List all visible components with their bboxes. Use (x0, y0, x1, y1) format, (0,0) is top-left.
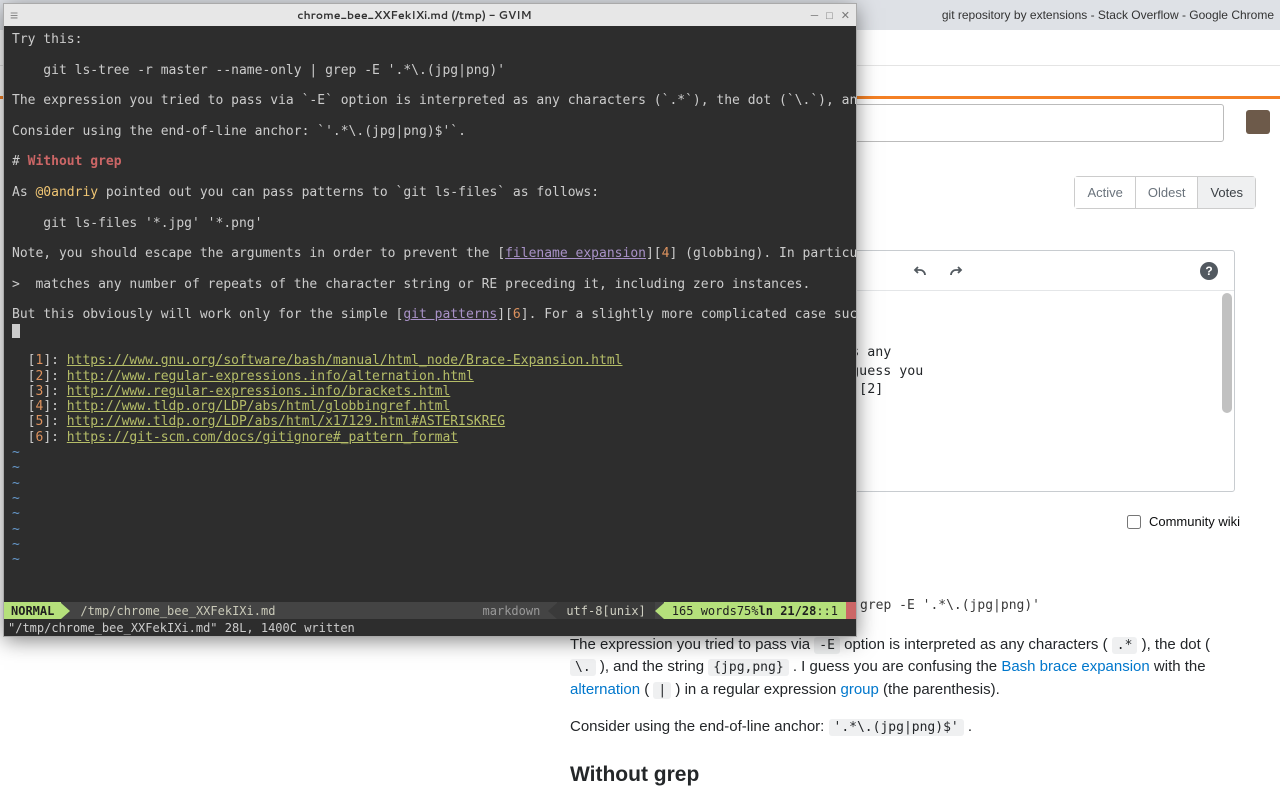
avatar[interactable] (1246, 110, 1270, 134)
community-wiki-label: Community wiki (1149, 514, 1240, 529)
answer-sort-tabs: Active Oldest Votes (1074, 176, 1256, 209)
gvim-window: ≡ chrome_bee_XXFekIXi.md (/tmp) - GVIM —… (4, 4, 856, 636)
vim-mode: NORMAL (4, 602, 61, 619)
tab-votes[interactable]: Votes (1198, 177, 1255, 208)
status-filepath: /tmp/chrome_bee_XXFekIXi.md (70, 604, 285, 618)
editor-help-icon[interactable]: ? (1200, 262, 1218, 280)
tab-active[interactable]: Active (1075, 177, 1135, 208)
status-filetype: markdown (483, 604, 549, 618)
undo-icon[interactable] (912, 263, 928, 279)
vim-cmdline: "/tmp/chrome_bee_XXFekIXi.md" 28L, 1400C… (4, 619, 856, 636)
window-buttons: — □ ✕ (811, 7, 850, 23)
community-wiki-checkbox[interactable] (1127, 515, 1141, 529)
preview-paragraph: The expression you tried to pass via -E … (570, 634, 1235, 702)
gvim-titlebar: ≡ chrome_bee_XXFekIXi.md (/tmp) - GVIM —… (4, 4, 856, 26)
minimize-icon[interactable]: — (811, 7, 818, 23)
status-end (846, 602, 856, 619)
link-brace-expansion[interactable]: Bash brace expansion (1001, 658, 1149, 675)
link-group[interactable]: group (840, 681, 878, 698)
vim-statusline: NORMAL /tmp/chrome_bee_XXFekIXi.md markd… (4, 602, 856, 619)
redo-icon[interactable] (948, 263, 964, 279)
preview-codeblock: grep -E '.*\.(jpg|png)' (860, 596, 1235, 616)
editor-scrollbar[interactable] (1222, 293, 1232, 413)
hamburger-icon[interactable]: ≡ (10, 5, 18, 25)
status-encoding: utf-8[unix] (557, 602, 654, 619)
preview-h2: Without grep (570, 759, 1235, 791)
preview-paragraph: Consider using the end-of-line anchor: '… (570, 716, 1235, 739)
vim-buffer[interactable]: Try this: git ls-tree -r master --name-o… (4, 26, 856, 602)
maximize-icon[interactable]: □ (826, 7, 833, 23)
tab-oldest[interactable]: Oldest (1136, 177, 1199, 208)
gvim-title: chrome_bee_XXFekIXi.md (/tmp) - GVIM (18, 7, 811, 23)
browser-tab-title: git repository by extensions - Stack Ove… (942, 8, 1274, 22)
vim-cursor (12, 324, 20, 338)
community-wiki-toggle[interactable]: Community wiki (1127, 514, 1240, 529)
close-icon[interactable]: ✕ (841, 7, 850, 23)
link-alternation[interactable]: alternation (570, 681, 640, 698)
status-position: 165 words 75% ln 21/28 ::1 (664, 602, 846, 619)
